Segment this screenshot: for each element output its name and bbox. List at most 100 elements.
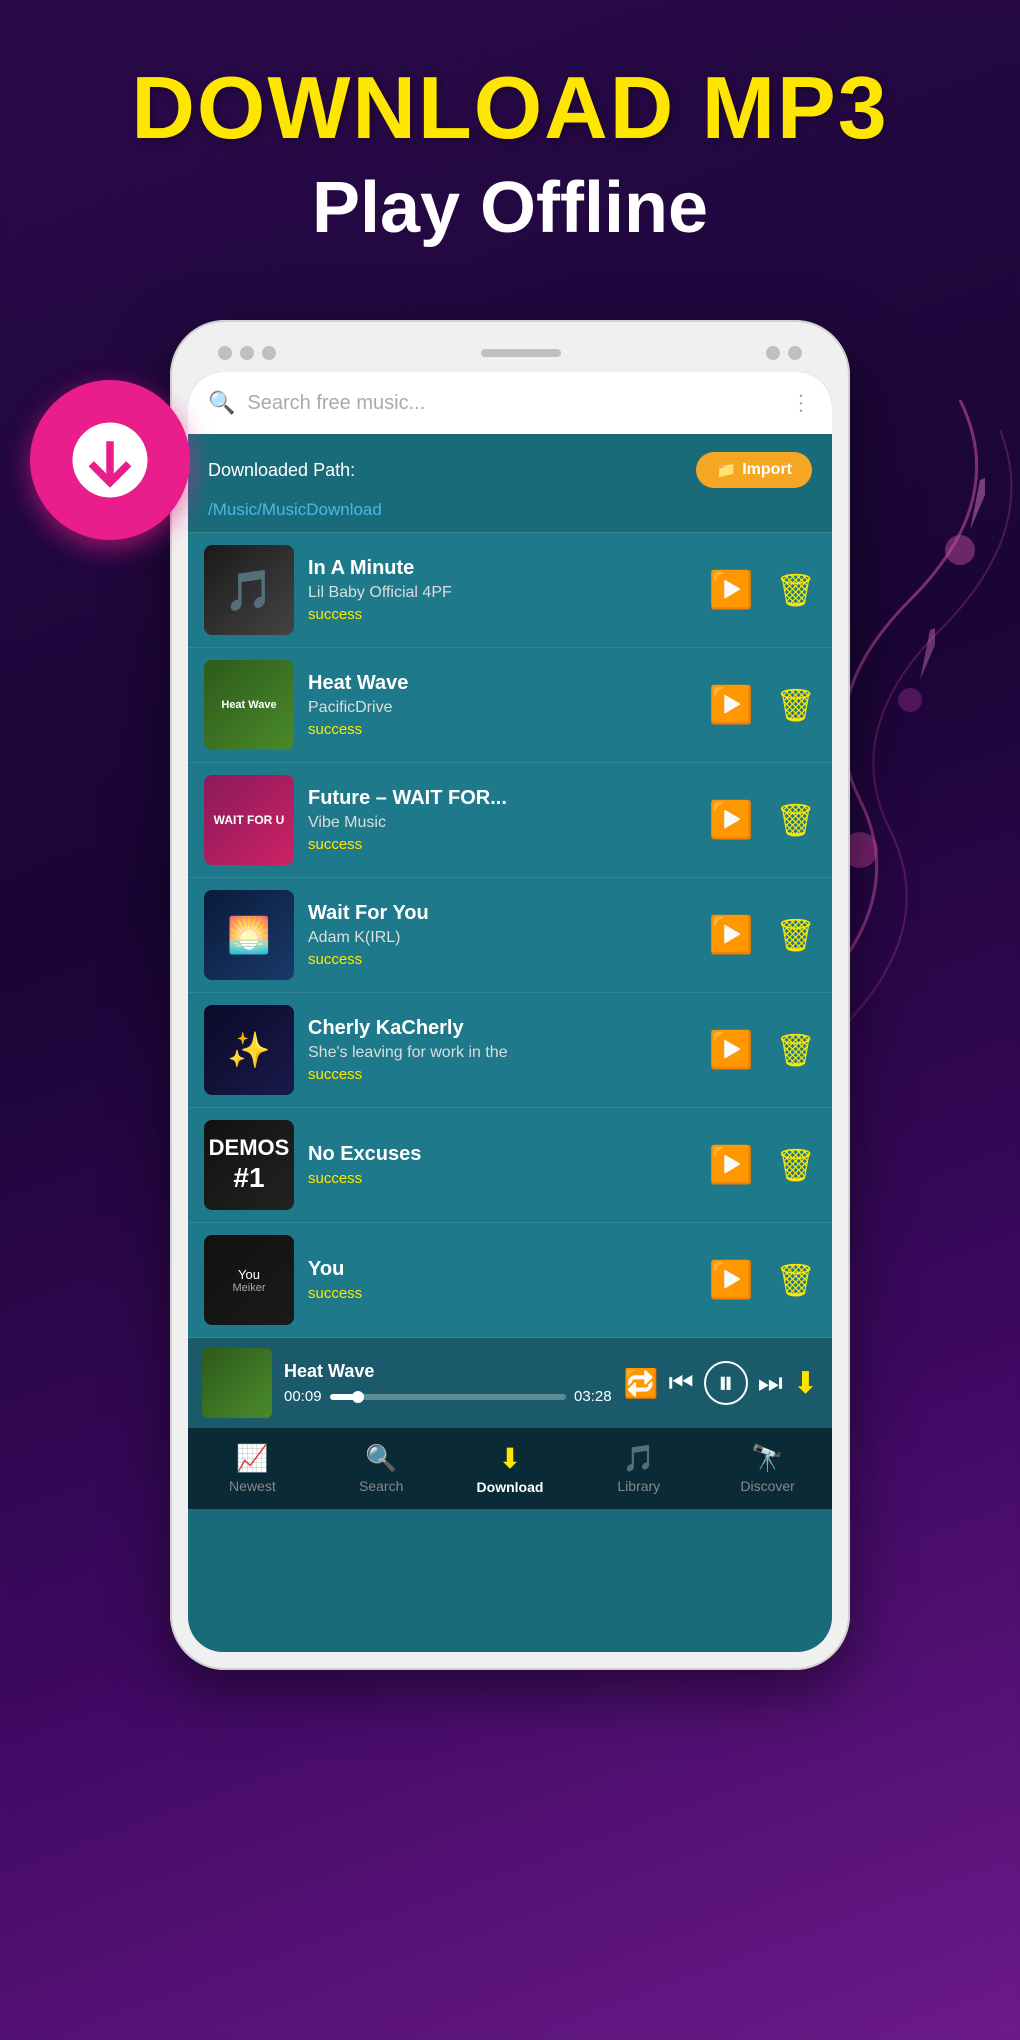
now-playing-thumbnail — [202, 1348, 272, 1418]
table-row: WAIT FOR U Future – WAIT FOR... Vibe Mus… — [188, 763, 832, 878]
phone-speaker — [481, 349, 561, 357]
download-icon-button[interactable] — [30, 380, 190, 540]
phone-dot-4 — [766, 346, 780, 360]
nav-label-discover: Discover — [740, 1478, 794, 1494]
play-button-4[interactable]: ▶️ — [709, 914, 754, 956]
song-artist-5: She's leaving for work in the — [308, 1044, 695, 1062]
song-status-4: success — [308, 951, 695, 968]
phone-camera-dot — [218, 346, 232, 360]
play-button-6[interactable]: ▶️ — [709, 1144, 754, 1186]
phone-screen: 🔍 Search free music... ⋮ Downloaded Path… — [188, 372, 832, 1652]
song-thumbnail-1: 🎵 — [204, 545, 294, 635]
time-current: 00:09 — [284, 1388, 322, 1405]
import-folder-icon: 📁 — [716, 460, 736, 480]
delete-button-3[interactable]: 🗑 — [775, 801, 816, 839]
search-placeholder[interactable]: Search free music... — [247, 392, 778, 415]
play-button-7[interactable]: ▶️ — [709, 1259, 754, 1301]
now-playing-info: Heat Wave 00:09 03:28 — [284, 1361, 612, 1405]
delete-button-4[interactable]: 🗑 — [775, 916, 816, 954]
download-circle-icon — [65, 415, 155, 505]
song-title-2: Heat Wave — [308, 672, 695, 695]
bottom-navigation: 📈 Newest 🔍 Search ⬇ Download 🎵 Library 🔭 — [188, 1428, 832, 1509]
import-button[interactable]: 📁 Import — [696, 452, 812, 488]
song-list: 🎵 In A Minute Lil Baby Official 4PF succ… — [188, 533, 832, 1338]
phone-dot-5 — [788, 346, 802, 360]
player-download-icon[interactable]: ⬇ — [793, 1366, 818, 1401]
player-controls: 🔁 ⏮ ⏸ ⏭ ⬇ — [624, 1361, 818, 1405]
table-row: 🌅 Wait For You Adam K(IRL) success ▶️ 🗑 — [188, 878, 832, 993]
table-row: ✨ Cherly KaCherly She's leaving for work… — [188, 993, 832, 1108]
play-button-5[interactable]: ▶️ — [709, 1029, 754, 1071]
delete-button-1[interactable]: 🗑 — [775, 571, 816, 609]
phone-frame: 🔍 Search free music... ⋮ Downloaded Path… — [170, 320, 850, 1670]
sub-title: Play Offline — [20, 167, 1000, 249]
delete-button-7[interactable]: 🗑 — [775, 1261, 816, 1299]
nav-item-newest[interactable]: 📈 Newest — [188, 1429, 317, 1508]
more-options-icon[interactable]: ⋮ — [790, 390, 812, 416]
progress-bar[interactable] — [330, 1394, 566, 1400]
song-thumbnail-3: WAIT FOR U — [204, 775, 294, 865]
song-status-7: success — [308, 1285, 695, 1302]
song-title-6: No Excuses — [308, 1143, 695, 1166]
song-title-5: Cherly KaCherly — [308, 1017, 695, 1040]
progress-dot — [352, 1391, 364, 1403]
nav-label-library: Library — [617, 1478, 660, 1494]
song-thumbnail-5: ✨ — [204, 1005, 294, 1095]
nav-label-search: Search — [359, 1478, 403, 1494]
nav-item-download[interactable]: ⬇ Download — [446, 1428, 575, 1509]
newest-icon: 📈 — [236, 1443, 268, 1474]
play-button-1[interactable]: ▶️ — [709, 569, 754, 611]
nav-label-download: Download — [477, 1479, 544, 1495]
song-status-5: success — [308, 1066, 695, 1083]
search-icon: 🔍 — [208, 390, 235, 416]
main-title: DOWNLOAD MP3 — [20, 60, 1000, 157]
time-total: 03:28 — [574, 1388, 612, 1405]
previous-icon[interactable]: ⏮ — [668, 1367, 693, 1400]
song-info-4: Wait For You Adam K(IRL) success — [308, 902, 695, 968]
song-info-2: Heat Wave PacificDrive success — [308, 672, 695, 738]
song-info-5: Cherly KaCherly She's leaving for work i… — [308, 1017, 695, 1083]
song-status-6: success — [308, 1170, 695, 1187]
table-row: Heat Wave Heat Wave PacificDrive success… — [188, 648, 832, 763]
now-playing-title: Heat Wave — [284, 1361, 612, 1382]
song-thumbnail-2: Heat Wave — [204, 660, 294, 750]
delete-button-5[interactable]: 🗑 — [775, 1031, 816, 1069]
nav-item-search[interactable]: 🔍 Search — [317, 1429, 446, 1508]
library-icon: 🎵 — [623, 1443, 655, 1474]
phone-top-bar — [188, 338, 832, 372]
table-row: 🎵 In A Minute Lil Baby Official 4PF succ… — [188, 533, 832, 648]
song-thumbnail-7: You Meiker — [204, 1235, 294, 1325]
search-bar: 🔍 Search free music... ⋮ — [188, 372, 832, 434]
header-section: DOWNLOAD MP3 Play Offline — [0, 0, 1020, 269]
nav-item-discover[interactable]: 🔭 Discover — [703, 1429, 832, 1508]
delete-button-6[interactable]: 🗑 — [775, 1146, 816, 1184]
song-status-2: success — [308, 721, 695, 738]
downloaded-path-section: Downloaded Path: 📁 Import — [188, 434, 832, 500]
song-info-7: You success — [308, 1258, 695, 1302]
nav-item-library[interactable]: 🎵 Library — [574, 1429, 703, 1508]
play-button-2[interactable]: ▶️ — [709, 684, 754, 726]
song-artist-1: Lil Baby Official 4PF — [308, 584, 695, 602]
song-status-3: success — [308, 836, 695, 853]
table-row: DEMOS #1 No Excuses success ▶️ 🗑 — [188, 1108, 832, 1223]
delete-button-2[interactable]: 🗑 — [775, 686, 816, 724]
phone-sensor-dot — [240, 346, 254, 360]
song-title-7: You — [308, 1258, 695, 1281]
pause-button[interactable]: ⏸ — [704, 1361, 748, 1405]
song-artist-2: PacificDrive — [308, 699, 695, 717]
nav-download-icon: ⬇ — [498, 1442, 521, 1475]
song-artist-3: Vibe Music — [308, 814, 695, 832]
song-title-1: In A Minute — [308, 557, 695, 580]
song-artist-4: Adam K(IRL) — [308, 929, 695, 947]
discover-icon: 🔭 — [751, 1443, 783, 1474]
next-icon[interactable]: ⏭ — [758, 1367, 783, 1400]
now-playing-bar: Heat Wave 00:09 03:28 🔁 ⏮ ⏸ ⏭ — [188, 1338, 832, 1428]
play-button-3[interactable]: ▶️ — [709, 799, 754, 841]
song-status-1: success — [308, 606, 695, 623]
nav-search-icon: 🔍 — [365, 1443, 397, 1474]
path-text: /Music/MusicDownload — [188, 500, 832, 532]
nav-label-newest: Newest — [229, 1478, 276, 1494]
repeat-icon[interactable]: 🔁 — [624, 1367, 659, 1400]
table-row: You Meiker You success ▶️ 🗑 — [188, 1223, 832, 1338]
song-title-3: Future – WAIT FOR... — [308, 787, 695, 810]
